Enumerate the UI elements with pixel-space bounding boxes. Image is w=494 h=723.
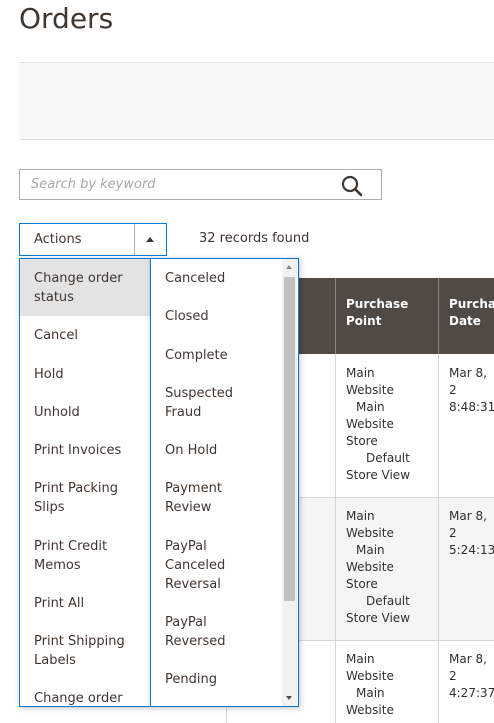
purchase-point-cell: Main Website Main Website Store Default … (346, 366, 411, 482)
search-input[interactable] (20, 170, 341, 199)
menu-item-print-packing-slips[interactable]: Print Packing Slips (20, 479, 150, 517)
column-divider (335, 354, 336, 723)
purchase-point-cell: Main Website Main Website Store Default … (346, 509, 411, 625)
header-separator (438, 278, 439, 354)
status-option-canceled[interactable]: Canceled (165, 269, 280, 288)
purchase-date-cell: Mar 8, 2 5:24:13 (449, 509, 494, 557)
menu-item-hold[interactable]: Hold (20, 365, 150, 384)
caret-up-icon (146, 237, 154, 242)
status-option-suspected-fraud[interactable]: Suspected Fraud (165, 384, 280, 422)
scroll-down-arrow-icon[interactable] (286, 696, 292, 700)
actions-toggle[interactable] (134, 224, 166, 255)
scrollbar-thumb[interactable] (284, 277, 295, 601)
menu-item-unhold[interactable]: Unhold (20, 403, 150, 422)
status-option-payment-review[interactable]: Payment Review (165, 479, 280, 517)
menu-item-change-order[interactable]: Change order (20, 689, 150, 706)
column-divider (438, 354, 439, 723)
column-header-purchase-date[interactable]: Purchas Date (449, 296, 494, 330)
status-option-pending[interactable]: Pending (165, 670, 280, 689)
submenu-scrollbar[interactable] (282, 259, 297, 706)
search-box[interactable] (19, 169, 382, 200)
actions-label: Actions (34, 232, 82, 247)
status-option-complete[interactable]: Complete (165, 346, 280, 365)
scroll-up-arrow-icon[interactable] (286, 265, 292, 269)
status-option-on-hold[interactable]: On Hold (165, 441, 280, 460)
header-separator (335, 278, 336, 354)
menu-item-change-order-status[interactable]: Change order status (20, 259, 150, 316)
status-option-paypal-reversed[interactable]: PayPal Reversed (165, 613, 280, 651)
records-count: 32 records found (199, 231, 310, 246)
status-option-paypal-canceled-reversal[interactable]: PayPal Canceled Reversal (165, 537, 280, 594)
purchase-date-cell: Mar 8, 2 4:27:37 (449, 652, 494, 700)
menu-item-print-invoices[interactable]: Print Invoices (20, 441, 150, 460)
actions-button[interactable]: Actions (19, 223, 167, 256)
status-submenu: Canceled Closed Complete Suspected Fraud … (150, 258, 299, 707)
menu-item-cancel[interactable]: Cancel (20, 326, 150, 345)
status-option-closed[interactable]: Closed (165, 307, 280, 326)
actions-menu: Change order status Cancel Hold Unhold P… (19, 258, 151, 707)
column-header-purchase-point[interactable]: Purchase Point (346, 296, 426, 330)
search-icon[interactable] (341, 175, 363, 197)
dashboard-filters-panel (19, 62, 494, 140)
page-title: Orders (19, 2, 114, 35)
menu-item-print-credit-memos[interactable]: Print Credit Memos (20, 537, 150, 575)
purchase-date-cell: Mar 8, 2 8:48:31 (449, 366, 494, 414)
purchase-point-cell: Main Website Main Website (346, 652, 394, 717)
menu-item-print-shipping-labels[interactable]: Print Shipping Labels (20, 632, 150, 670)
menu-item-print-all[interactable]: Print All (20, 594, 150, 613)
